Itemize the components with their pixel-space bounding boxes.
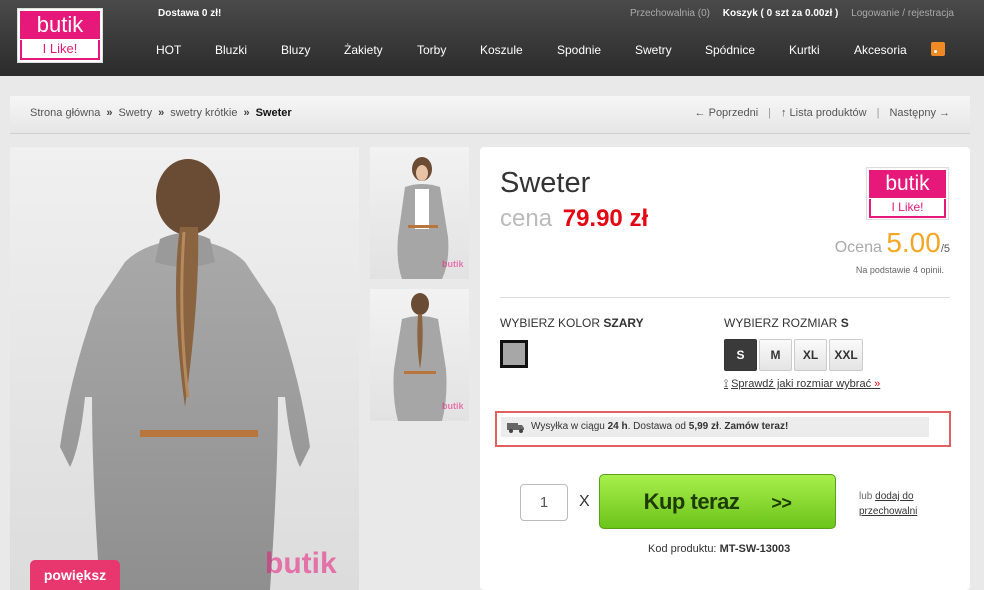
size-label: WYBIERZ ROZMIAR S — [724, 316, 849, 330]
brand-logo-bottom: I Like! — [869, 199, 946, 218]
logo-bottom-text: I Like! — [20, 40, 100, 60]
shipping-price: 5,99 zł — [688, 421, 719, 432]
add-to-wishlist-link-1[interactable]: dodaj do — [875, 491, 913, 502]
nav-item-spodnie[interactable]: Spodnie — [557, 43, 601, 57]
size-option-s[interactable]: S — [724, 339, 757, 371]
breadcrumb-separator: » — [243, 107, 250, 119]
shipping-info-box: Wysyłka w ciągu 24 h. Dostawa od 5,99 zł… — [495, 411, 951, 447]
breadcrumb-bar: Strona główna » Swetry » swetry krótkie » Swet… — [10, 96, 970, 134]
logo-top-text: butik — [20, 11, 100, 39]
breadcrumb-home[interactable]: Strona główna — [30, 107, 100, 119]
watermark: butik — [442, 401, 464, 411]
nav-item-spodnice[interactable]: Spódnice — [705, 43, 755, 57]
product-code: Kod produktu: MT-SW-13003 — [648, 543, 791, 555]
nav-item-swetry[interactable]: Swetry — [635, 43, 672, 57]
wishlist-link[interactable]: Przechowalnia (0) — [630, 8, 710, 19]
price-value: 79.90 zł — [562, 205, 649, 232]
rating-score: 5.00 — [886, 227, 941, 258]
cart-link[interactable]: Koszyk ( 0 szt za 0.00zł ) — [723, 8, 839, 19]
main-product-image[interactable]: butik — [10, 147, 359, 590]
add-to-wishlist: lub dodaj do przechowalni — [859, 491, 918, 517]
nav-item-bluzy[interactable]: Bluzy — [281, 43, 310, 57]
rss-icon[interactable] — [931, 42, 945, 56]
nav-item-bluzki[interactable]: Bluzki — [215, 43, 247, 57]
size-guide-link[interactable]: ⟟ Sprawdź jaki rozmiar wybrać » — [724, 378, 880, 391]
top-links: Przechowalnia (0) Koszyk ( 0 szt za 0.00… — [620, 8, 954, 19]
chevron-right-icon: >> — [771, 493, 792, 513]
quantity-input[interactable]: 1 — [520, 484, 568, 521]
color-swatch-grey[interactable] — [500, 340, 528, 368]
nav-item-kurtki[interactable]: Kurtki — [789, 43, 820, 57]
price-label: cena — [500, 205, 553, 232]
brand-logo-top: butik — [869, 170, 946, 198]
ruler-icon: ⟟ — [724, 378, 729, 390]
nav-item-akcesoria[interactable]: Akcesoria — [854, 43, 907, 57]
product-photo-back — [60, 159, 310, 590]
breadcrumb-swetry-krotkie[interactable]: swetry krótkie — [170, 107, 237, 119]
shipping-time: 24 h — [607, 421, 628, 432]
nav-item-torby[interactable]: Torby — [417, 43, 446, 57]
next-product-link[interactable]: Następny → — [889, 107, 950, 119]
times-sign: X — [579, 493, 590, 510]
breadcrumb-current: Sweter — [255, 107, 292, 119]
rating-note: Na podstawie 4 opinii. — [855, 265, 944, 275]
watermark: butik — [265, 547, 337, 580]
size-option-xxl[interactable]: XXL — [829, 339, 863, 371]
nav-item-zakiety[interactable]: Żakiety — [344, 43, 383, 57]
color-value: SZARY — [603, 316, 644, 330]
thumbnail-back[interactable]: butik — [370, 289, 469, 421]
divider — [500, 297, 950, 298]
breadcrumb-swetry[interactable]: Swetry — [118, 107, 152, 119]
free-delivery-note: Dostawa 0 zł! — [158, 8, 222, 19]
buy-now-label: Kup teraz — [643, 489, 740, 514]
rating-max: /5 — [940, 243, 950, 255]
size-value: S — [840, 316, 849, 330]
thumbnail-front[interactable]: butik — [370, 147, 469, 279]
login-link[interactable]: Logowanie / rejestracja — [851, 8, 954, 19]
buy-now-button[interactable]: Kup teraz >> — [599, 474, 836, 529]
product-price: cena 79.90 zł — [500, 205, 648, 233]
watermark: butik — [442, 259, 464, 269]
size-option-m[interactable]: M — [759, 339, 792, 371]
breadcrumb-separator: » — [106, 107, 113, 119]
product-title: Sweter — [500, 167, 591, 199]
nav-item-hot[interactable]: HOT — [156, 43, 181, 57]
product-list-link[interactable]: ↑ Lista produktów — [781, 107, 867, 119]
size-option-xl[interactable]: XL — [794, 339, 827, 371]
product-code-value: MT-SW-13003 — [719, 543, 791, 555]
truck-icon — [507, 423, 524, 433]
site-logo[interactable]: butik I Like! — [17, 8, 103, 63]
rating-label: Ocena — [834, 239, 882, 256]
nav-item-koszule[interactable]: Koszule — [480, 43, 523, 57]
add-to-wishlist-link-2[interactable]: przechowalni — [859, 506, 917, 517]
shipping-info: Wysyłka w ciągu 24 h. Dostawa od 5,99 zł… — [501, 417, 929, 437]
prev-product-link[interactable]: ← Poprzedni — [695, 107, 759, 119]
rating-count: 4 — [912, 265, 918, 275]
brand-logo: butik I Like! — [866, 167, 949, 220]
shipping-cta: Zamów teraz! — [724, 421, 789, 432]
color-label: WYBIERZ KOLOR SZARY — [500, 316, 644, 330]
product-details-panel: Sweter cena 79.90 zł butik I Like! Ocena… — [480, 147, 970, 590]
zoom-button[interactable]: powiększ — [30, 560, 120, 590]
site-header: butik I Like! Dostawa 0 zł! Przechowalni… — [0, 0, 984, 76]
breadcrumb: Strona główna » Swetry » swetry krótkie » Swet… — [30, 107, 292, 119]
breadcrumb-separator: » — [158, 107, 165, 119]
product-pagination: ← Poprzedni | ↑ Lista produktów | Następny → — [694, 107, 950, 119]
size-guide-arrow: » — [874, 378, 881, 390]
rating: Ocena 5.00/5 — [835, 227, 950, 259]
